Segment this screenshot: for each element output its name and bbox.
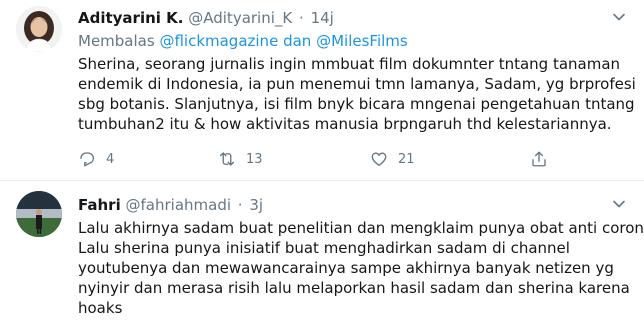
author-name[interactable]: Adityarini K. xyxy=(78,9,183,27)
tweet-header: Fahri @fahriahmadi · 3j xyxy=(78,195,263,215)
reply-count: 4 xyxy=(106,151,115,167)
reply-mention-link[interactable]: @MilesFilms xyxy=(316,32,408,50)
timestamp[interactable]: 14j xyxy=(311,9,334,27)
tweet-text-line: Lalu sherina punya inisiatif buat mengha… xyxy=(78,239,570,257)
share-icon xyxy=(532,151,546,167)
avatar[interactable] xyxy=(16,6,62,52)
tweet-text-line: hoaks xyxy=(78,299,123,317)
heart-icon xyxy=(371,152,387,167)
tweet-divider xyxy=(0,180,644,181)
chevron-down-icon[interactable] xyxy=(610,195,628,213)
tweet-text-line: Sherina, seorang jurnalis ingin mmbuat f… xyxy=(78,55,621,73)
tweet-header: Adityarini K. @Adityarini_K · 14j xyxy=(78,8,334,28)
reply-prefix: Membalas xyxy=(78,32,155,50)
tweet-text-line: nyinyir dan merasa risih lalu melaporkan… xyxy=(78,279,630,297)
reply-icon xyxy=(80,152,95,167)
author-handle[interactable]: @Adityarini_K xyxy=(188,9,292,27)
tweet-text-line: tumbuhan2 itu & how aktivitas manusia br… xyxy=(78,115,612,133)
tweet-text: Lalu akhirnya sadam buat penelitian dan … xyxy=(78,218,644,318)
tweet-text-line: youtubenya dan mewawancarainya sampe akh… xyxy=(78,259,614,277)
tweet-text: Sherina, seorang jurnalis ingin mmbuat f… xyxy=(78,54,638,134)
avatar[interactable] xyxy=(16,191,62,237)
share-button[interactable] xyxy=(530,150,548,168)
reply-joiner[interactable]: dan xyxy=(283,32,311,50)
author-handle[interactable]: @fahriahmadi xyxy=(126,196,232,214)
tweet-text-line: sbg botanis. Slanjutnya, isi film bnyk b… xyxy=(78,95,635,113)
tweet-text-line: endemik di Indonesia, ia pun menemui tmn… xyxy=(78,75,636,93)
tweet[interactable]: Adityarini K. @Adityarini_K · 14j Membal… xyxy=(0,0,644,181)
like-count: 21 xyxy=(398,151,415,167)
retweet-icon xyxy=(219,152,235,166)
reply-context: Membalas @flickmagazine dan @MilesFilms xyxy=(78,31,408,51)
dot-separator: · xyxy=(299,9,304,27)
reply-mention-link[interactable]: @flickmagazine xyxy=(159,32,278,50)
chevron-down-icon[interactable] xyxy=(610,8,628,26)
tweet-text-line: Lalu akhirnya sadam buat penelitian dan … xyxy=(78,219,644,237)
tweet-actions: 4 13 21 xyxy=(78,150,618,172)
like-button[interactable]: 21 xyxy=(370,150,415,168)
reply-button[interactable]: 4 xyxy=(78,150,114,168)
retweet-button[interactable]: 13 xyxy=(218,150,263,168)
retweet-count: 13 xyxy=(246,151,263,167)
timestamp[interactable]: 3j xyxy=(249,196,263,214)
dot-separator: · xyxy=(237,196,243,214)
author-name[interactable]: Fahri xyxy=(78,196,121,214)
